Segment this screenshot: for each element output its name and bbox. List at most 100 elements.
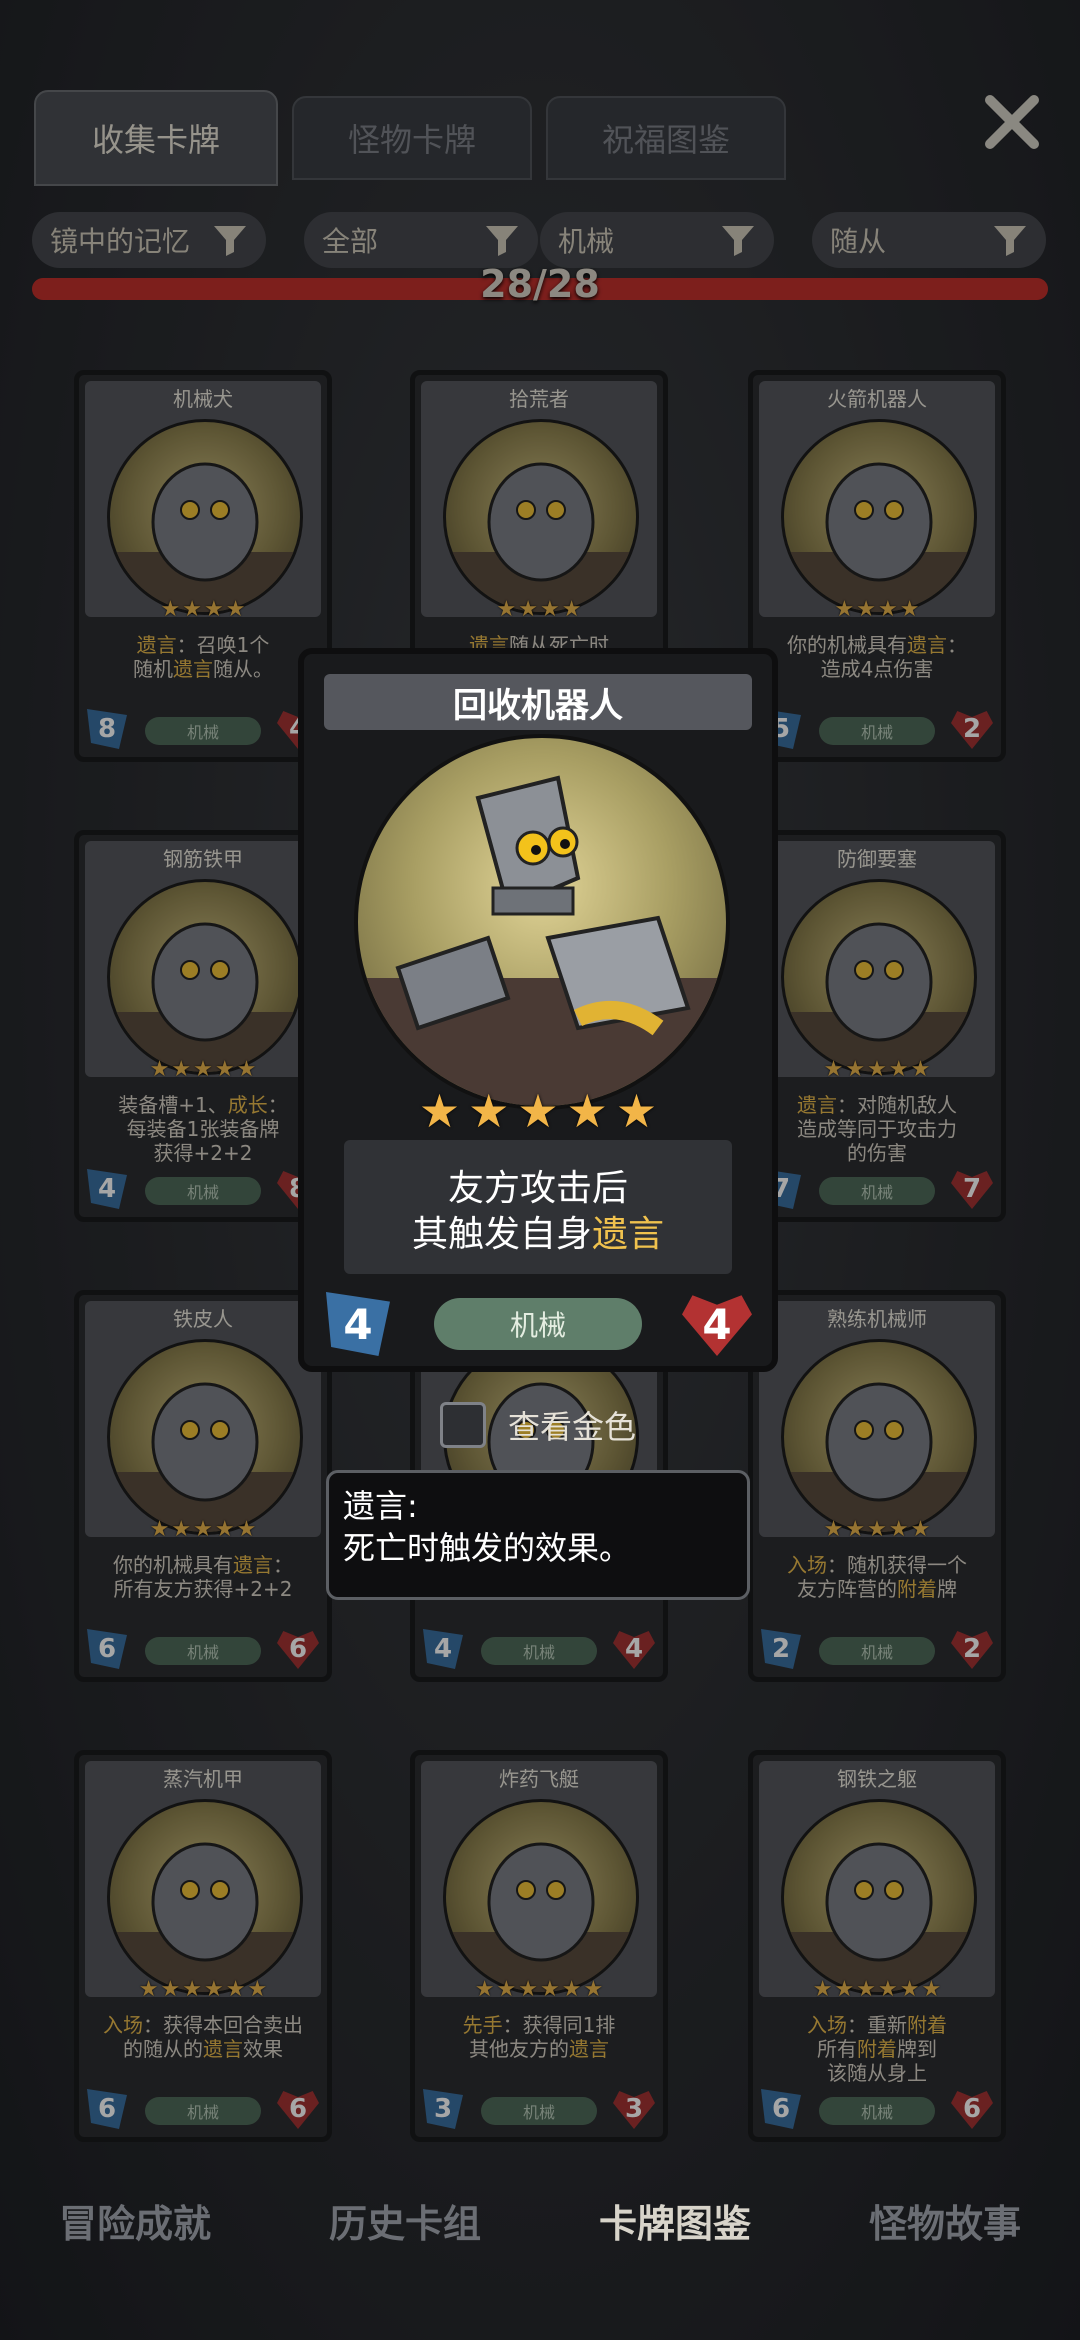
card-tag: 机械 [145, 1637, 261, 1665]
tab-collect-cards[interactable]: 收集卡牌 [34, 90, 278, 186]
card-portrait [781, 879, 977, 1075]
star-icon: ★ [468, 1084, 510, 1138]
collection-card[interactable]: 蒸汽机甲 ★ ★ ★ ★ ★ ★ 入场：获得本回合卖出 的随从的遗言效果 6 机械 6 [74, 1750, 332, 2142]
card-description: 你的机械具有遗言： 所有友方获得+2+2 [113, 1553, 293, 1601]
filter-label: 全部 [322, 225, 379, 258]
card-detail-popup[interactable]: 回收机器人 ★ ★ ★ ★ ★ 友方攻击后 其触发自身遗言 4 机械 4 [298, 648, 778, 1372]
card-attack: 4 [423, 1629, 463, 1669]
card-portrait [443, 1799, 639, 1995]
card-name: 防御要塞 [837, 847, 917, 871]
star-icon: ★ [845, 1057, 866, 1082]
star-icon: ★ [193, 1057, 213, 1082]
bottom-nav: 冒险成就 历史卡组 卡牌图鉴 怪物故事 [0, 2170, 1080, 2270]
star-icon: ★ [845, 1517, 866, 1542]
collection-card[interactable]: 钢铁之躯 ★ ★ ★ ★ ★ ★ 入场：重新附着 所有附着牌到 该随从身上 6 机械 6 [748, 1750, 1006, 2142]
card-tag: 机械 [481, 2097, 597, 2125]
card-stars: ★ ★ ★ ★ ★ ★ [415, 1977, 663, 2002]
filter-all[interactable]: 全部 [304, 212, 538, 268]
star-icon: ★ [812, 1977, 833, 2002]
star-icon: ★ [888, 1517, 909, 1542]
nav-card-gallery[interactable]: 卡牌图鉴 [599, 2193, 751, 2248]
star-icon: ★ [566, 1084, 608, 1138]
nav-adventure-achievements[interactable]: 冒险成就 [59, 2193, 211, 2248]
card-attack: 2 [761, 1629, 801, 1669]
star-icon: ★ [910, 1517, 931, 1542]
star-icon: ★ [496, 597, 517, 622]
collection-card[interactable]: 钢筋铁甲★★★★★装备槽+1、成长：每装备1张装备牌获得+2+24机械8 [74, 830, 332, 1222]
star-icon: ★ [193, 1517, 213, 1542]
card-detail-desc-line1: 友方攻击后 [447, 1168, 628, 1209]
star-icon: ★ [540, 1977, 560, 2002]
collection-card[interactable]: 火箭机器人 ★ ★ ★ ★ 你的机械具有遗言： 造成4点伤害 5 机械 2 [748, 370, 1006, 762]
view-gold-label: 查看金色 [508, 1408, 637, 1446]
star-icon: ★ [921, 1977, 942, 2002]
filter-label: 随从 [830, 225, 887, 258]
card-description: 先手：获得同1排 其他友方的遗言 [462, 2013, 616, 2061]
tab-monster-cards[interactable]: 怪物卡牌 [292, 96, 532, 180]
star-icon: ★ [856, 1977, 876, 2002]
card-detail-health: 4 [682, 1295, 752, 1356]
star-icon: ★ [517, 1084, 559, 1138]
collection-card[interactable]: 防御要塞 ★ ★ ★ ★ ★ 遗言：对随机敌人 造成等同于攻击力 的伤害 7 机械 7 [748, 830, 1006, 1222]
filter-mirror-memory[interactable]: 镜中的记忆 [32, 212, 266, 268]
star-icon: ★ [182, 597, 202, 622]
tooltip-body: 死亡时触发的效果。 [343, 1529, 632, 1567]
close-button[interactable] [976, 86, 1048, 158]
collection-card[interactable]: 铁皮人 ★ ★ ★ ★ ★ 你的机械具有遗言： 所有友方获得+2+2 6 机械 6 [74, 1290, 332, 1682]
card-name: 炸药飞艇 [499, 1767, 579, 1791]
filter-minion[interactable]: 随从 [812, 212, 1046, 268]
star-icon: ★ [888, 1057, 909, 1082]
card-attack: 6 [87, 2089, 127, 2129]
tooltip-title: 遗言: [343, 1487, 418, 1525]
card-portrait [107, 1799, 303, 1995]
star-icon: ★ [856, 597, 876, 622]
star-icon: ★ [474, 1977, 495, 2002]
star-icon: ★ [615, 1084, 658, 1138]
star-icon: ★ [910, 1057, 931, 1082]
view-gold-toggle[interactable]: 查看金色 [440, 1402, 636, 1448]
view-gold-checkbox[interactable] [440, 1402, 486, 1448]
card-portrait [107, 879, 303, 1075]
collection-card[interactable]: 炸药飞艇 ★ ★ ★ ★ ★ ★ 先手：获得同1排 其他友方的遗言 3 机械 3 [410, 1750, 668, 2142]
tab-blessing-gallery[interactable]: 祝福图鉴 [546, 96, 786, 180]
star-icon: ★ [247, 1977, 268, 2002]
nav-history-decks[interactable]: 历史卡组 [329, 2193, 481, 2248]
collection-card[interactable]: 机械犬★★★★遗言：召唤1个随机遗言随从。8机械4 [74, 370, 332, 762]
keyword-tooltip: 遗言: 死亡时触发的效果。 [326, 1470, 750, 1600]
card-detail-title: 回收机器人 [324, 674, 752, 730]
card-stars: ★ ★ ★ ★ ★ ★ [753, 1977, 1001, 2002]
star-icon: ★ [867, 1057, 887, 1082]
collection-card[interactable]: 熟练机械师 ★ ★ ★ ★ ★ 入场：随机获得一个 友方阵营的附着牌 2 机械 2 [748, 1290, 1006, 1682]
deathrattle-keyword[interactable]: 遗言 [592, 1214, 664, 1255]
filter-mechanical[interactable]: 机械 [540, 212, 774, 268]
star-icon: ★ [236, 1057, 257, 1082]
card-detail-tag: 机械 [434, 1298, 642, 1350]
card-detail-stars: ★ ★ ★ ★ ★ [304, 1084, 772, 1138]
nav-monster-stories[interactable]: 怪物故事 [869, 2193, 1021, 2248]
star-icon: ★ [138, 1977, 159, 2002]
star-icon: ★ [583, 1977, 604, 2002]
star-icon: ★ [496, 1977, 517, 2002]
card-health: 6 [951, 2091, 993, 2129]
funnel-icon [722, 226, 754, 256]
star-icon: ★ [878, 1977, 898, 2002]
robot-portrait-icon [358, 775, 726, 1106]
card-description: 装备槽+1、成长： 每装备1张装备牌 获得+2+2 [118, 1093, 288, 1165]
star-icon: ★ [171, 1057, 192, 1082]
card-detail-attack: 4 [326, 1292, 390, 1356]
funnel-icon [994, 226, 1026, 256]
star-icon: ★ [899, 597, 920, 622]
card-tag: 机械 [819, 717, 935, 745]
card-name: 熟练机械师 [827, 1307, 927, 1331]
card-name: 机械犬 [173, 387, 233, 411]
card-portrait [443, 419, 639, 615]
card-portrait [107, 1339, 303, 1535]
card-tag: 机械 [145, 2097, 261, 2125]
card-description: 入场：获得本回合卖出 的随从的遗言效果 [103, 2013, 303, 2061]
star-icon: ★ [518, 597, 538, 622]
star-icon: ★ [518, 1977, 538, 2002]
card-description: 入场：重新附着 所有附着牌到 该随从身上 [807, 2013, 947, 2085]
card-stars: ★★★★★ [753, 1057, 1001, 1082]
star-icon: ★ [899, 1977, 920, 2002]
close-x-icon [985, 95, 1039, 149]
